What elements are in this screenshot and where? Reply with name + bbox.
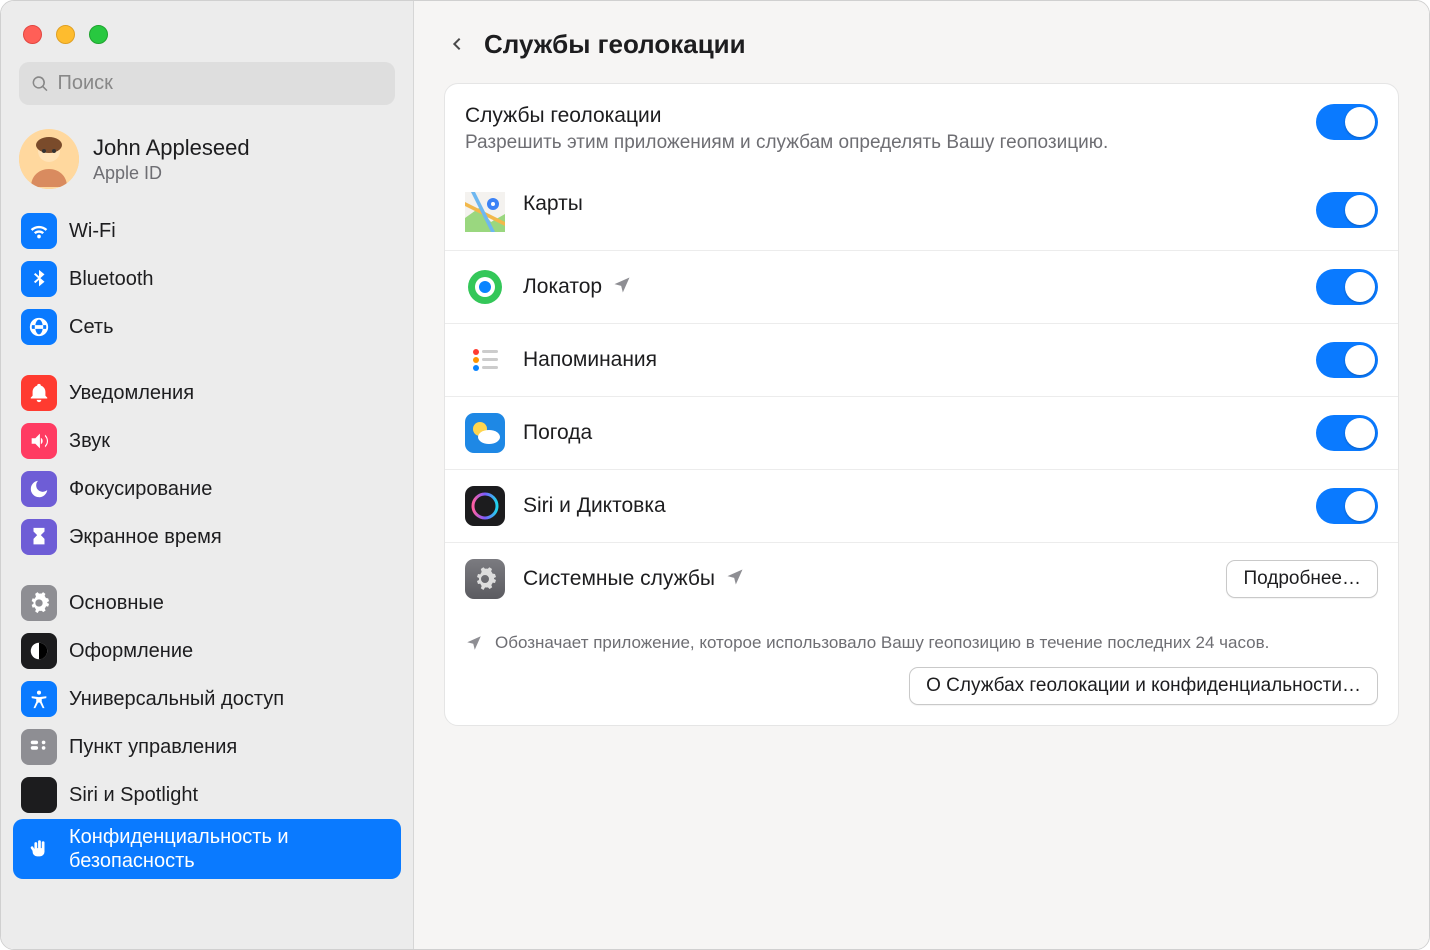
location-arrow-icon <box>465 634 483 652</box>
account-row[interactable]: John Appleseed Apple ID <box>1 123 413 207</box>
search-input[interactable] <box>58 72 384 95</box>
system-services-label: Системные службы <box>523 567 715 591</box>
system-services-details-button[interactable]: Подробнее… <box>1226 560 1378 598</box>
maps-toggle[interactable] <box>1316 192 1378 228</box>
app-label: Погода <box>523 421 592 445</box>
footnote-text: Обозначает приложение, которое использов… <box>495 633 1269 653</box>
location-arrow-icon <box>725 567 745 592</box>
sidebar-item-label: Siri и Spotlight <box>69 783 198 807</box>
avatar <box>19 129 79 189</box>
moon-icon <box>21 471 57 507</box>
sidebar-item-label: Основные <box>69 591 164 615</box>
sidebar-item-network[interactable]: Сеть <box>13 303 401 351</box>
window-controls <box>1 13 413 62</box>
back-button[interactable] <box>438 25 476 63</box>
app-row-siri: Siri и Диктовка <box>445 469 1398 542</box>
sidebar-item-label: Оформление <box>69 639 193 663</box>
app-row-maps: Карты <box>445 172 1398 250</box>
sidebar-item-privacy[interactable]: Конфиденциальность и безопасность <box>13 819 401 879</box>
search-field[interactable] <box>19 62 395 105</box>
footnote: Обозначает приложение, которое использов… <box>445 615 1398 667</box>
location-services-subtitle: Разрешить этим приложениям и службам опр… <box>465 132 1316 154</box>
titlebar: Службы геолокации <box>414 1 1429 83</box>
about-location-privacy-button[interactable]: О Службах геолокации и конфиденциальност… <box>909 667 1378 705</box>
sidebar-item-accessibility[interactable]: Универсальный доступ <box>13 675 401 723</box>
sidebar-item-general[interactable]: Основные <box>13 579 401 627</box>
app-row-findmy: Локатор <box>445 250 1398 323</box>
findmy-app-icon <box>465 267 505 307</box>
speaker-icon <box>21 423 57 459</box>
location-arrow-icon <box>612 275 632 300</box>
app-label: Локатор <box>523 275 602 299</box>
weather-app-icon <box>465 413 505 453</box>
sidebar-item-label: Сеть <box>69 315 113 339</box>
location-services-toggle[interactable] <box>1316 104 1378 140</box>
close-window-button[interactable] <box>23 25 42 44</box>
sidebar-item-label: Универсальный доступ <box>69 687 284 711</box>
controlcenter-icon <box>21 729 57 765</box>
sidebar-item-focus[interactable]: Фокусирование <box>13 465 401 513</box>
app-row-weather: Погода <box>445 396 1398 469</box>
settings-window: John Appleseed Apple ID Wi-Fi Bluetooth Се… <box>0 0 1430 950</box>
findmy-toggle[interactable] <box>1316 269 1378 305</box>
sidebar-item-appearance[interactable]: Оформление <box>13 627 401 675</box>
page-title: Службы геолокации <box>484 29 746 60</box>
sidebar-item-label: Фокусирование <box>69 477 212 501</box>
bluetooth-icon <box>21 261 57 297</box>
account-name: John Appleseed <box>93 135 250 161</box>
gear-icon <box>21 585 57 621</box>
sidebar-item-label: Уведомления <box>69 381 194 405</box>
wifi-icon <box>21 213 57 249</box>
account-sub: Apple ID <box>93 163 250 184</box>
sidebar-item-controlcenter[interactable]: Пункт управления <box>13 723 401 771</box>
globe-icon <box>21 309 57 345</box>
reminders-toggle[interactable] <box>1316 342 1378 378</box>
sidebar: John Appleseed Apple ID Wi-Fi Bluetooth Се… <box>1 1 414 949</box>
sidebar-item-screentime[interactable]: Экранное время <box>13 513 401 561</box>
location-panel: Службы геолокации Разрешить этим приложе… <box>444 83 1399 726</box>
appearance-icon <box>21 633 57 669</box>
siri-toggle[interactable] <box>1316 488 1378 524</box>
search-icon <box>31 74 50 94</box>
siri-app-icon <box>465 486 505 526</box>
maps-app-icon <box>465 192 505 232</box>
system-services-row: Системные службы Подробнее… <box>445 542 1398 615</box>
sidebar-item-label: Экранное время <box>69 525 222 549</box>
sidebar-item-label: Пункт управления <box>69 735 237 759</box>
location-services-title: Службы геолокации <box>465 104 1316 128</box>
nav-list: Wi-Fi Bluetooth Сеть Уведомления Звук Фокусир… <box>1 207 413 879</box>
app-row-reminders: Напоминания <box>445 323 1398 396</box>
main-pane: Службы геолокации Службы геолокации Разр… <box>414 1 1429 949</box>
hourglass-icon <box>21 519 57 555</box>
sidebar-item-label: Bluetooth <box>69 267 154 291</box>
system-services-icon <box>465 559 505 599</box>
sidebar-item-notifications[interactable]: Уведомления <box>13 369 401 417</box>
location-services-master-row: Службы геолокации Разрешить этим приложе… <box>445 84 1398 172</box>
sidebar-item-siri[interactable]: Siri и Spotlight <box>13 771 401 819</box>
sidebar-item-label: Wi-Fi <box>69 219 116 243</box>
app-label: Siri и Диктовка <box>523 494 666 518</box>
sidebar-item-bluetooth[interactable]: Bluetooth <box>13 255 401 303</box>
sidebar-item-sound[interactable]: Звук <box>13 417 401 465</box>
weather-toggle[interactable] <box>1316 415 1378 451</box>
app-label: Напоминания <box>523 348 657 372</box>
maximize-window-button[interactable] <box>89 25 108 44</box>
bell-icon <box>21 375 57 411</box>
sidebar-item-label: Звук <box>69 429 110 453</box>
hand-icon <box>21 831 57 867</box>
app-label: Карты <box>523 192 583 216</box>
minimize-window-button[interactable] <box>56 25 75 44</box>
siri-icon <box>21 777 57 813</box>
reminders-app-icon <box>465 340 505 380</box>
sidebar-item-wifi[interactable]: Wi-Fi <box>13 207 401 255</box>
chevron-left-icon <box>449 31 465 57</box>
sidebar-item-label: Конфиденциальность и безопасность <box>69 825 393 873</box>
accessibility-icon <box>21 681 57 717</box>
